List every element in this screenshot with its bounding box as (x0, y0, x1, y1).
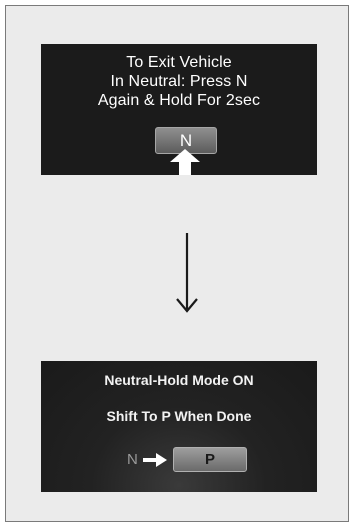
instruction-line-1: To Exit Vehicle (126, 54, 232, 71)
neutral-hold-screen: Neutral-Hold Mode ON Shift To P When Don… (41, 361, 317, 492)
illustration-frame: To Exit Vehicle In Neutral: Press N Agai… (5, 5, 349, 522)
instruction-line-2: In Neutral: Press N (110, 73, 248, 90)
down-arrow-icon (176, 233, 198, 313)
current-gear-label: N (127, 451, 138, 468)
instruction-line-3: Again & Hold For 2sec (97, 92, 261, 109)
right-arrow-icon (143, 453, 167, 467)
exit-instruction-screen: To Exit Vehicle In Neutral: Press N Agai… (41, 44, 317, 175)
up-arrow-icon (170, 149, 200, 175)
shift-instruction-text: Shift To P When Done (106, 408, 252, 424)
gear-shift-indicator: N P (41, 447, 317, 473)
p-button[interactable]: P (173, 447, 247, 472)
mode-status-text: Neutral-Hold Mode ON (104, 372, 254, 388)
